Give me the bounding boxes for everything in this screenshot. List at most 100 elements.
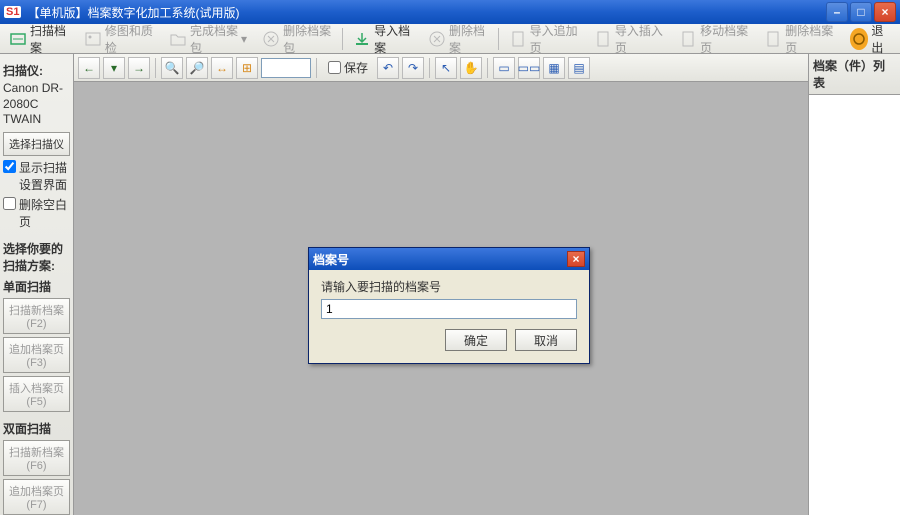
page-icon — [764, 30, 782, 48]
import-icon — [353, 30, 371, 48]
fit-width-button[interactable]: ↔ — [211, 57, 233, 79]
scan-new-f6-button[interactable]: 扫描新档案(F6) — [3, 440, 70, 476]
ok-button[interactable]: 确定 — [445, 329, 507, 351]
zoom-out-button[interactable]: 🔎 — [186, 57, 208, 79]
toolbar-label: 移动档案页 — [700, 22, 749, 56]
zoom-out-icon: 🔎 — [190, 61, 205, 75]
undo-icon: ↶ — [383, 61, 393, 75]
pointer-button[interactable]: ↖ — [435, 57, 457, 79]
toolbar-label: 删除档案包 — [283, 22, 332, 56]
cancel-button[interactable]: 取消 — [515, 329, 577, 351]
sub-toolbar: ← ▾ → 🔍 🔎 ↔ ⊞ 保存 ↶ ↷ ↖ ✋ ▭ ▭▭ ▦ ▤ — [74, 54, 808, 82]
grid-icon: ▦ — [548, 61, 559, 75]
nav-dropdown-button[interactable]: ▾ — [103, 57, 125, 79]
folder-icon — [169, 30, 187, 48]
app-badge: S1 — [4, 6, 21, 18]
scanner-heading: 扫描仪: — [3, 62, 70, 79]
page-icon — [679, 30, 697, 48]
archive-number-dialog: 档案号 × 请输入要扫描的档案号 确定 取消 — [308, 247, 590, 364]
toolbar-label: 删除档案 — [449, 22, 488, 56]
undo-button[interactable]: ↶ — [377, 57, 399, 79]
main-toolbar: 扫描档案 修图和质检 完成档案包 ▾ 删除档案包 导入档案 删除档案 导入追加页… — [0, 24, 900, 54]
exit-button[interactable]: 退出 — [844, 20, 898, 58]
redo-button[interactable]: ↷ — [402, 57, 424, 79]
list-icon: ▤ — [573, 61, 584, 75]
show-scan-ui-checkbox[interactable]: 显示扫描设置界面 — [3, 159, 70, 193]
scanner-icon — [9, 30, 27, 48]
fit-page-button[interactable]: ⊞ — [236, 57, 258, 79]
exit-icon — [850, 28, 869, 50]
toolbar-separator — [498, 28, 499, 50]
save-label: 保存 — [344, 59, 368, 76]
zoom-in-button[interactable]: 🔍 — [161, 57, 183, 79]
page-icon — [594, 30, 612, 48]
delete-blank-checkbox[interactable]: 删除空白页 — [3, 196, 70, 230]
append-f3-button[interactable]: 追加档案页(F3) — [3, 337, 70, 373]
archive-number-input[interactable] — [321, 299, 577, 319]
dialog-titlebar[interactable]: 档案号 × — [309, 248, 589, 270]
zoom-value-input[interactable] — [261, 58, 311, 78]
scan-new-f2-button[interactable]: 扫描新档案(F2) — [3, 298, 70, 334]
file-list-header: 档案（件）列表 — [809, 54, 900, 95]
toolbar-separator — [429, 58, 430, 78]
nav-forward-button[interactable]: → — [128, 57, 150, 79]
view-grid-button[interactable]: ▦ — [543, 57, 565, 79]
nav-back-button[interactable]: ← — [78, 57, 100, 79]
delete-page-button[interactable]: 删除档案页 — [757, 19, 841, 59]
toolbar-label: 导入插入页 — [615, 22, 664, 56]
view-list-button[interactable]: ▤ — [568, 57, 590, 79]
toolbar-separator — [155, 58, 156, 78]
import-file-button[interactable]: 导入档案 — [346, 19, 420, 59]
toolbar-label: 删除档案页 — [785, 22, 834, 56]
delete-icon — [428, 30, 446, 48]
arrow-right-icon: → — [133, 61, 145, 75]
redo-icon: ↷ — [408, 61, 418, 75]
view-two-button[interactable]: ▭▭ — [518, 57, 540, 79]
import-insert-button[interactable]: 导入插入页 — [587, 19, 671, 59]
delete-package-button[interactable]: 删除档案包 — [255, 19, 339, 59]
move-page-button[interactable]: 移动档案页 — [672, 19, 756, 59]
pointer-icon: ↖ — [441, 61, 451, 75]
scanner-name: Canon DR-2080C TWAIN — [3, 81, 70, 128]
left-panel: 扫描仪: Canon DR-2080C TWAIN 选择扫描仪 显示扫描设置界面… — [0, 54, 74, 515]
double-side-heading: 双面扫描 — [3, 420, 70, 437]
show-scan-ui-input[interactable] — [3, 160, 16, 173]
zoom-in-icon: 🔍 — [165, 61, 180, 75]
checkbox-label: 删除空白页 — [19, 196, 70, 230]
dialog-button-row: 确定 取消 — [321, 329, 577, 351]
close-icon: × — [572, 252, 579, 266]
toolbar-separator — [342, 28, 343, 50]
delete-blank-input[interactable] — [3, 197, 16, 210]
import-append-button[interactable]: 导入追加页 — [502, 19, 586, 59]
toolbar-separator — [316, 58, 317, 78]
toolbar-label: 修图和质检 — [105, 22, 154, 56]
checkbox-label: 显示扫描设置界面 — [19, 159, 70, 193]
hand-button[interactable]: ✋ — [460, 57, 482, 79]
delete-file-button[interactable]: 删除档案 — [421, 19, 495, 59]
two-page-icon: ▭▭ — [518, 61, 541, 75]
single-page-icon: ▭ — [498, 61, 509, 75]
fit-page-icon: ⊞ — [242, 61, 252, 75]
retouch-qc-button[interactable]: 修图和质检 — [77, 19, 161, 59]
delete-icon — [262, 30, 280, 48]
insert-f5-button[interactable]: 插入档案页(F5) — [3, 376, 70, 412]
finish-package-button[interactable]: 完成档案包 ▾ — [162, 19, 254, 59]
dialog-title: 档案号 — [313, 251, 349, 268]
toolbar-label: 完成档案包 — [190, 22, 238, 56]
dialog-prompt: 请输入要扫描的档案号 — [321, 278, 577, 295]
toolbar-separator — [487, 58, 488, 78]
dialog-body: 请输入要扫描的档案号 确定 取消 — [309, 270, 589, 363]
dialog-close-button[interactable]: × — [567, 251, 585, 267]
save-checkbox-group[interactable]: 保存 — [322, 59, 374, 76]
choose-plan-heading: 选择你要的扫描方案: — [3, 240, 70, 274]
arrow-left-icon: ← — [83, 61, 95, 75]
select-scanner-button[interactable]: 选择扫描仪 — [3, 132, 70, 156]
scan-file-button[interactable]: 扫描档案 — [2, 19, 76, 59]
append-f7-button[interactable]: 追加档案页(F7) — [3, 479, 70, 515]
view-single-button[interactable]: ▭ — [493, 57, 515, 79]
right-panel: 档案（件）列表 — [808, 54, 900, 515]
save-checkbox[interactable] — [328, 61, 341, 74]
page-icon — [509, 30, 527, 48]
dropdown-icon: ▾ — [241, 32, 247, 46]
toolbar-label: 导入档案 — [374, 22, 413, 56]
